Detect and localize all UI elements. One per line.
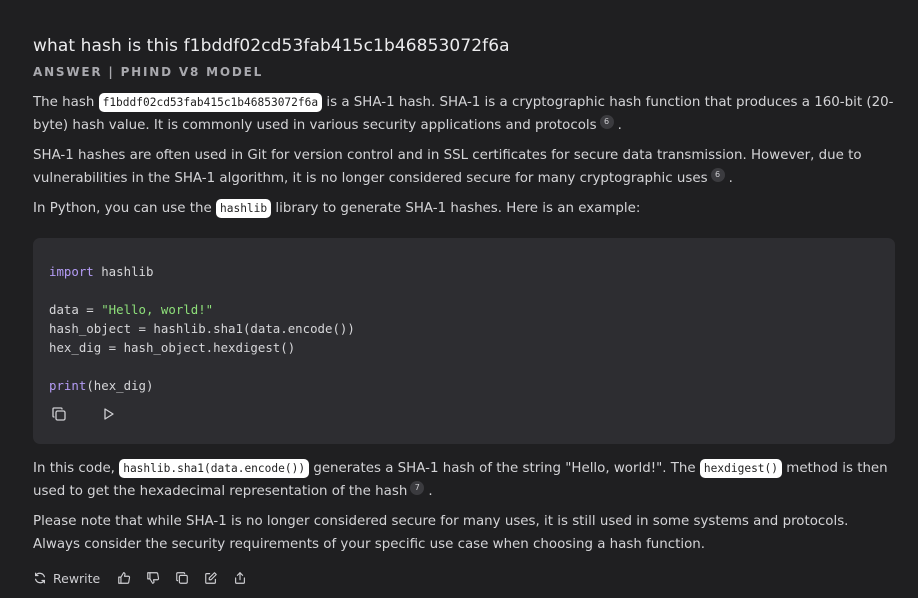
text: . [617,118,622,133]
text: In Python, you can use the [33,201,216,216]
rewrite-button[interactable]: Rewrite [33,571,100,586]
answer-paragraph-3: In Python, you can use the hashlib libra… [33,197,895,220]
code-token: data = [49,302,102,317]
edit-icon[interactable] [203,570,219,586]
citation-badge[interactable]: 6 [710,168,725,182]
answer-paragraph-4: In this code, hashlib.sha1(data.encode()… [33,457,895,503]
answer-paragraph-2: SHA-1 hashes are often used in Git for v… [33,144,895,190]
text: The hash [33,95,99,110]
refresh-icon [33,571,47,585]
answer-label: ANSWER | PHIND V8 MODEL [33,65,264,79]
code-content: import hashlib data = "Hello, world!" ha… [49,262,355,395]
code-token: print [49,378,87,393]
thumbs-down-icon[interactable] [145,570,161,586]
text: SHA-1 hashes are often used in Git for v… [33,148,862,186]
copy-icon[interactable] [174,570,190,586]
text: . [428,484,433,499]
share-icon[interactable] [232,570,248,586]
code-token: "Hello, world!" [101,302,214,317]
citation-badge[interactable]: 7 [410,481,425,495]
code-token: hash_object = hashlib.sha1(data.encode()… [49,321,355,336]
code-token: import [49,264,94,279]
question-title: what hash is this f1bddf02cd53fab415c1b4… [33,36,510,56]
answer-paragraph-5: Please note that while SHA-1 is no longe… [33,514,849,552]
inline-code-hash: f1bddf02cd53fab415c1b46853072f6a [98,93,323,112]
text: . [728,171,733,186]
text: generates a SHA-1 hash of the string "He… [309,461,700,476]
rewrite-label: Rewrite [53,570,101,586]
answer-paragraph-1: The hash f1bddf02cd53fab415c1b46853072f6… [33,91,895,137]
code-token: hashlib [93,264,154,279]
play-icon[interactable] [100,406,116,422]
answer-actions: Rewrite [33,570,261,586]
text: In this code, [33,461,120,476]
inline-code-hashlib: hashlib [215,199,272,218]
inline-code-sha1: hashlib.sha1(data.encode()) [119,459,310,478]
code-token: (hex_dig) [86,378,154,393]
code-actions [51,406,116,422]
citation-badge[interactable]: 6 [599,115,614,129]
code-token: hex_dig = hash_object.hexdigest() [49,340,296,355]
code-block: import hashlib data = "Hello, world!" ha… [33,238,895,444]
copy-icon[interactable] [51,406,67,422]
inline-code-hexdigest: hexdigest() [699,459,783,478]
thumbs-up-icon[interactable] [116,570,132,586]
answer-page: what hash is this f1bddf02cd53fab415c1b4… [0,0,918,598]
text: library to generate SHA-1 hashes. Here i… [271,201,641,216]
